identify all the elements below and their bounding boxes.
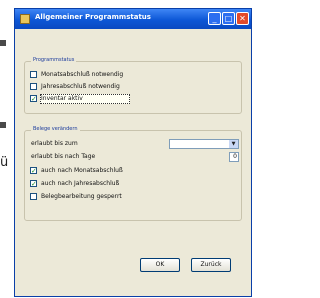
checkmark-icon: ✓: [31, 95, 37, 103]
erlaubt-bis-zum-dropdown[interactable]: ▼: [169, 139, 239, 149]
inventar-label: Inventar aktiv: [41, 95, 83, 102]
belegbearbeitung-label: Belegbearbeitung gesperrt: [41, 193, 122, 200]
background-window-fragment: [0, 122, 6, 128]
background-text-fragment: ü: [0, 155, 9, 170]
checkmark-icon: ✓: [31, 180, 37, 188]
jahresabschluss-label: Jahresabschluß notwendig: [41, 83, 120, 90]
maximize-icon: □: [224, 14, 233, 23]
back-button[interactable]: Zurück: [191, 258, 231, 272]
checkmark-icon: ✓: [31, 167, 37, 175]
minimize-button[interactable]: _: [208, 12, 221, 25]
programmstatus-group: Programmstatus Monatsabschluß notwendig …: [24, 57, 242, 114]
auch-jahresabschluss-checkbox[interactable]: ✓: [30, 180, 37, 188]
belege-legend: Belege verändern: [31, 126, 80, 132]
monatsabschluss-label: Monatsabschluß notwendig: [41, 71, 124, 78]
maximize-button[interactable]: □: [222, 12, 235, 25]
minimize-icon: _: [212, 14, 217, 23]
dialog-window: Allgemeiner Programmstatus _ □ ✕ Program…: [14, 8, 252, 297]
title-bar[interactable]: Allgemeiner Programmstatus _ □ ✕: [15, 9, 251, 29]
app-icon: [20, 14, 30, 24]
belege-group: Belege verändern erlaubt bis zum ▼ erlau…: [24, 126, 242, 221]
ok-button[interactable]: OK: [140, 258, 180, 272]
close-button[interactable]: ✕: [236, 12, 249, 25]
belegbearbeitung-checkbox[interactable]: [30, 193, 37, 200]
erlaubt-bis-tage-label: erlaubt bis nach Tage: [31, 153, 96, 160]
auch-monatsabschluss-label: auch nach Monatsabschluß: [41, 167, 123, 174]
window-title: Allgemeiner Programmstatus: [35, 13, 151, 21]
chevron-down-icon[interactable]: ▼: [229, 140, 238, 148]
auch-monatsabschluss-checkbox[interactable]: ✓: [30, 167, 37, 175]
programmstatus-legend: Programmstatus: [31, 57, 77, 63]
erlaubt-bis-zum-label: erlaubt bis zum: [31, 140, 78, 147]
jahresabschluss-checkbox[interactable]: [30, 83, 37, 90]
tage-input[interactable]: 0: [229, 152, 239, 162]
background-window-fragment: [0, 40, 6, 46]
auch-jahresabschluss-label: auch nach Jahresabschluß: [41, 180, 120, 187]
close-icon: ✕: [239, 14, 246, 23]
inventar-checkbox[interactable]: ✓: [30, 95, 37, 103]
monatsabschluss-checkbox[interactable]: [30, 71, 37, 78]
